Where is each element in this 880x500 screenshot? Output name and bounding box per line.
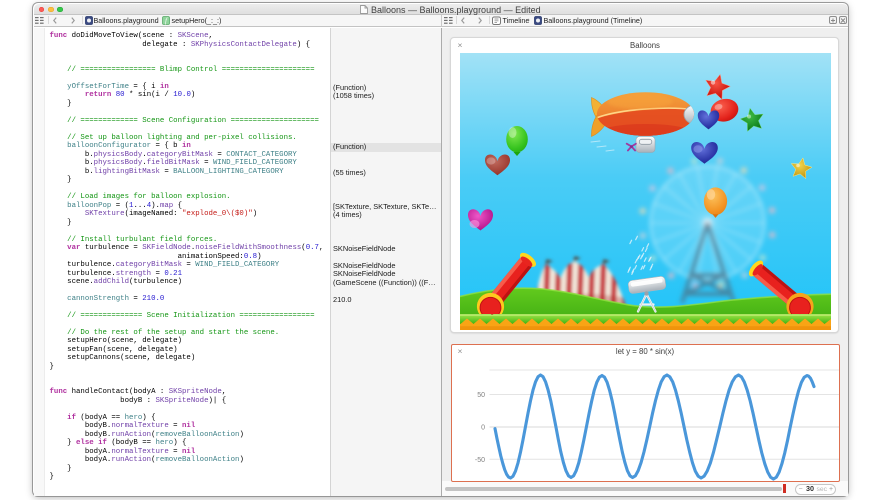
svg-text:50: 50 [477, 392, 485, 399]
svg-text:-50: -50 [474, 456, 484, 463]
svg-text:0: 0 [481, 424, 485, 431]
